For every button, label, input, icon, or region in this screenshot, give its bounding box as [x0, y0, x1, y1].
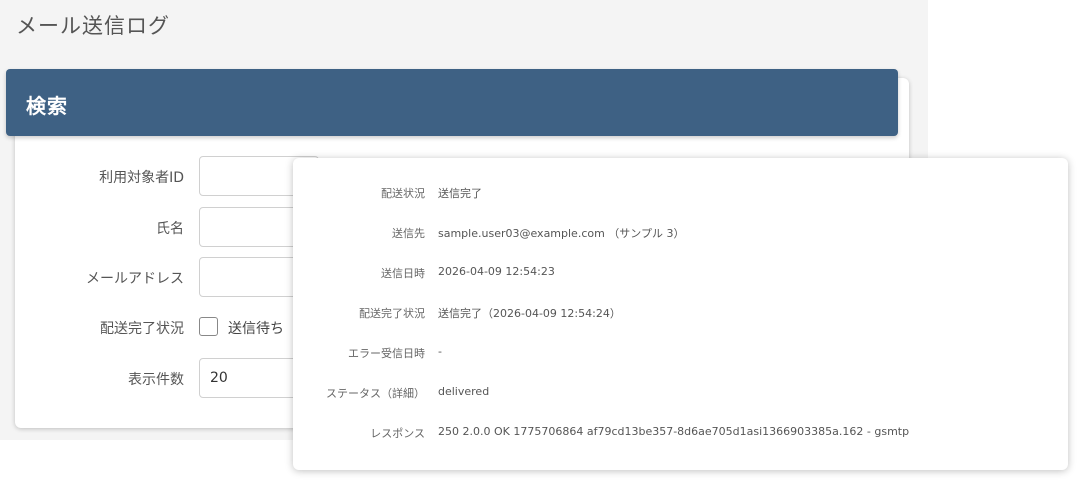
detail-label-sent-at: 送信日時 — [381, 267, 425, 280]
detail-label-response: レスポンス — [370, 427, 425, 440]
delivery-status-label: 配送完了状況 — [100, 321, 184, 337]
search-panel-title: 検索 — [26, 94, 68, 118]
log-detail-panel: 配送状況 送信完了 送信先 sample.user03@example.com … — [293, 158, 1068, 470]
detail-value-completion-status: 送信完了（2026-04-09 12:54:24） — [438, 307, 621, 320]
pending-checkbox-label[interactable]: 送信待ち — [228, 318, 284, 338]
detail-value-sent-at: 2026-04-09 12:54:23 — [438, 265, 555, 278]
detail-label-delivery-status: 配送状況 — [381, 187, 425, 200]
user-id-label: 利用対象者ID — [99, 170, 184, 186]
detail-value-error-received-at: - — [438, 345, 442, 358]
detail-value-recipient: sample.user03@example.com （サンプル 3） — [438, 227, 685, 240]
detail-value-response: 250 2.0.0 OK 1775706864 af79cd13be357-8d… — [438, 425, 910, 438]
detail-label-recipient: 送信先 — [392, 227, 425, 240]
name-label: 氏名 — [156, 221, 184, 237]
detail-value-status-detail: delivered — [438, 385, 490, 398]
detail-value-delivery-status: 送信完了 — [438, 187, 482, 200]
email-label: メールアドレス — [86, 271, 184, 287]
pending-checkbox[interactable] — [199, 317, 218, 336]
detail-label-error-received-at: エラー受信日時 — [348, 347, 425, 360]
detail-label-status-detail: ステータス（詳細） — [326, 387, 425, 400]
page-title: メール送信ログ — [16, 14, 170, 38]
search-panel-header: 検索 — [6, 69, 898, 136]
page-size-label: 表示件数 — [128, 372, 184, 388]
detail-label-completion-status: 配送完了状況 — [359, 307, 425, 320]
